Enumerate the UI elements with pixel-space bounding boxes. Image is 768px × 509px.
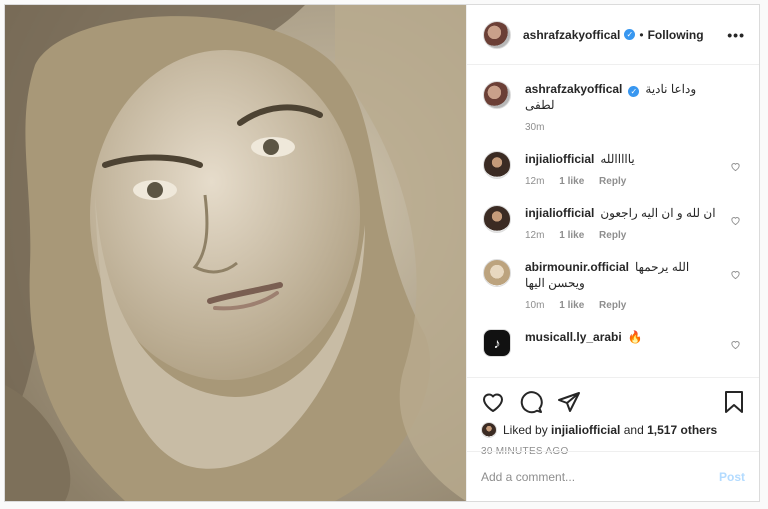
caption-time[interactable]: 30m — [525, 122, 544, 133]
verified-icon: ✓ — [624, 29, 636, 40]
comment-time[interactable]: 12m — [525, 230, 544, 241]
add-comment-bar: Post — [467, 451, 759, 501]
more-options-icon[interactable]: ••• — [727, 27, 745, 43]
comment-meta: 12m 1 like Reply — [525, 230, 717, 241]
comment-like-count[interactable]: 1 like — [559, 300, 584, 311]
comment-item: injialiofficial يااااالله 12m 1 like Repl… — [483, 151, 743, 187]
commenter-avatar[interactable] — [483, 259, 511, 287]
commenter-avatar[interactable] — [483, 205, 511, 233]
comment-item: abirmounir.official الله يرحمها ويحسن الي… — [483, 259, 743, 311]
post-modal: ashrafzakyoffical ✓ • Following ••• ashr… — [4, 4, 760, 502]
comment-text: 🔥 — [627, 330, 643, 344]
following-button[interactable]: Following — [648, 28, 704, 42]
likes-summary: Liked by injialiofficial and 1,517 other… — [481, 422, 745, 438]
reply-button[interactable]: Reply — [599, 176, 626, 187]
comment-text-line: musicall.ly_arabi 🔥 — [525, 329, 717, 345]
comment-username[interactable]: musicall.ly_arabi — [525, 330, 622, 344]
comment-text-line: injialiofficial يااااالله — [525, 151, 717, 167]
caption-body: ashrafzakyoffical ✓ وداعا نادية لطفى 30m — [525, 81, 743, 133]
comment-body: musicall.ly_arabi 🔥 — [525, 329, 743, 357]
like-heart-icon[interactable] — [481, 390, 505, 414]
verified-icon: ✓ — [628, 86, 640, 97]
caption-text-line: ashrafzakyoffical ✓ وداعا نادية لطفى — [525, 81, 717, 113]
post-photo[interactable] — [5, 5, 466, 501]
comment-meta: 10m 1 like Reply — [525, 300, 717, 311]
post-sidebar: ashrafzakyoffical ✓ • Following ••• ashr… — [466, 5, 759, 501]
reply-button[interactable]: Reply — [599, 300, 626, 311]
commenter-avatar[interactable] — [483, 151, 511, 179]
caption-meta: 30m — [525, 122, 717, 133]
comment-username[interactable]: abirmounir.official — [525, 260, 629, 274]
comment-body: injialiofficial يااااالله 12m 1 like Repl… — [525, 151, 743, 187]
action-icons — [481, 386, 745, 418]
author-username[interactable]: ashrafzakyoffical — [523, 28, 620, 42]
comment-like-count[interactable]: 1 like — [559, 176, 584, 187]
author-avatar[interactable] — [483, 20, 511, 49]
comment-like-count[interactable]: 1 like — [559, 230, 584, 241]
comment-time[interactable]: 12m — [525, 176, 544, 187]
comment-text-line: injialiofficial ان لله و ان اليه راجعون — [525, 205, 717, 221]
liker-avatar[interactable] — [481, 422, 497, 438]
like-comment-heart-icon[interactable] — [730, 215, 741, 226]
likes-prefix: Liked by — [503, 423, 548, 437]
comment-text: يااااالله — [600, 152, 635, 166]
caption-item: ashrafzakyoffical ✓ وداعا نادية لطفى 30m — [483, 81, 743, 133]
share-send-icon[interactable] — [557, 390, 581, 414]
reply-button[interactable]: Reply — [599, 230, 626, 241]
like-comment-heart-icon[interactable] — [730, 269, 741, 280]
liker-username[interactable]: injialiofficial — [551, 423, 620, 437]
caption-avatar[interactable] — [483, 81, 511, 109]
comment-item: ♪ musicall.ly_arabi 🔥 — [483, 329, 743, 357]
comment-username[interactable]: injialiofficial — [525, 152, 594, 166]
post-header: ashrafzakyoffical ✓ • Following ••• — [467, 5, 759, 65]
comment-body: abirmounir.official الله يرحمها ويحسن الي… — [525, 259, 743, 311]
comment-text: ان لله و ان اليه راجعون — [600, 206, 716, 220]
comment-username[interactable]: injialiofficial — [525, 206, 594, 220]
separator-dot: • — [639, 27, 644, 42]
tiktok-avatar-icon[interactable]: ♪ — [483, 329, 511, 357]
comments-list[interactable]: ashrafzakyoffical ✓ وداعا نادية لطفى 30m i… — [467, 65, 759, 377]
caption-username[interactable]: ashrafzakyoffical — [525, 82, 622, 96]
likes-conj: and — [623, 423, 644, 437]
comment-text-line: abirmounir.official الله يرحمها ويحسن الي… — [525, 259, 717, 291]
portrait-image — [5, 5, 466, 501]
like-comment-heart-icon[interactable] — [730, 339, 741, 350]
likes-others-link[interactable]: 1,517 others — [647, 423, 717, 437]
add-comment-input[interactable] — [481, 469, 719, 484]
post-comment-button[interactable]: Post — [719, 470, 745, 484]
comment-bubble-icon[interactable] — [519, 390, 543, 414]
comment-item: injialiofficial ان لله و ان اليه راجعون 1… — [483, 205, 743, 241]
like-comment-heart-icon[interactable] — [730, 161, 741, 172]
comment-time[interactable]: 10m — [525, 300, 544, 311]
comment-meta: 12m 1 like Reply — [525, 176, 717, 187]
save-bookmark-icon[interactable] — [723, 390, 745, 414]
comment-body: injialiofficial ان لله و ان اليه راجعون 1… — [525, 205, 743, 241]
